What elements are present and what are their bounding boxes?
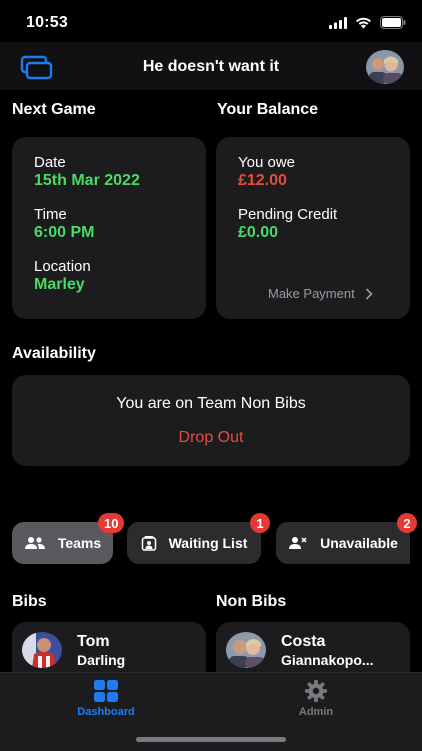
availability-card: You are on Team Non Bibs Drop Out [12,375,410,466]
balance-card: You owe £12.00 Pending Credit £0.00 Make… [216,137,410,319]
availability-title: Availability [12,345,96,362]
time-value: 6:00 PM [34,224,95,241]
teams-count-badge: 10 [98,513,125,533]
drop-out-button[interactable]: Drop Out [161,429,261,447]
battery-icon [380,16,406,29]
player-photo-icon [226,632,266,668]
bibs-player-first-name: Tom [77,633,110,650]
wifi-icon [356,17,371,28]
location-label: Location [34,258,91,275]
bibs-title: Bibs [12,593,47,610]
you-owe-value: £12.00 [238,172,287,189]
location-value: Marley [34,276,85,293]
chip-teams-label: Teams [57,535,102,551]
signal-icon [329,16,347,29]
people-icon [24,537,45,549]
status-time: 10:53 [26,14,68,31]
date-value: 15th Mar 2022 [34,172,140,189]
page-title: He doesn't want it [142,58,280,75]
player-avatar [22,632,62,668]
chip-unavailable-label: Unavailable [320,535,398,551]
tab-admin[interactable]: Admin [276,680,356,720]
gear-icon [305,680,327,702]
unavailable-count-badge: 2 [397,513,417,533]
chip-waiting-list[interactable]: Waiting List [127,522,261,564]
waiting-list-icon [141,536,156,551]
chevron-right-icon [365,287,373,300]
team-status-text: You are on Team Non Bibs [116,395,306,412]
home-indicator [136,737,286,742]
time-label: Time [34,206,67,223]
next-game-card: Date 15th Mar 2022 Time 6:00 PM Location… [12,137,206,319]
tab-dashboard-label: Dashboard [77,706,135,718]
next-game-title: Next Game [12,101,96,118]
you-owe-label: You owe [238,154,295,171]
dashboard-grid-icon [94,680,118,702]
waiting-list-count-badge: 1 [250,513,270,533]
player-avatar [226,632,266,668]
make-payment-link[interactable]: Make Payment [268,286,373,301]
pending-credit-value: £0.00 [238,224,279,241]
avatar-photo-icon [366,50,404,84]
make-payment-label: Make Payment [268,286,355,301]
status-icons [329,16,406,29]
pending-credit-label: Pending Credit [238,206,338,223]
non-bibs-title: Non Bibs [216,593,287,610]
user-avatar[interactable] [366,50,404,84]
non-bibs-player-first-name: Costa [281,633,326,650]
non-bibs-player-last-name: Giannakopo... [281,652,374,668]
chip-unavailable[interactable]: Unavailable [276,522,410,564]
person-unavailable-icon [289,537,307,549]
bibs-player-last-name: Darling [77,652,126,668]
tab-admin-label: Admin [298,706,334,718]
chip-waiting-list-label: Waiting List [168,535,248,551]
player-photo-icon [22,632,62,668]
your-balance-title: Your Balance [217,101,319,118]
chip-teams[interactable]: Teams [12,522,113,564]
tab-dashboard[interactable]: Dashboard [66,680,146,720]
unavailable-badge-clip: 2 [397,513,422,533]
date-label: Date [34,154,66,171]
